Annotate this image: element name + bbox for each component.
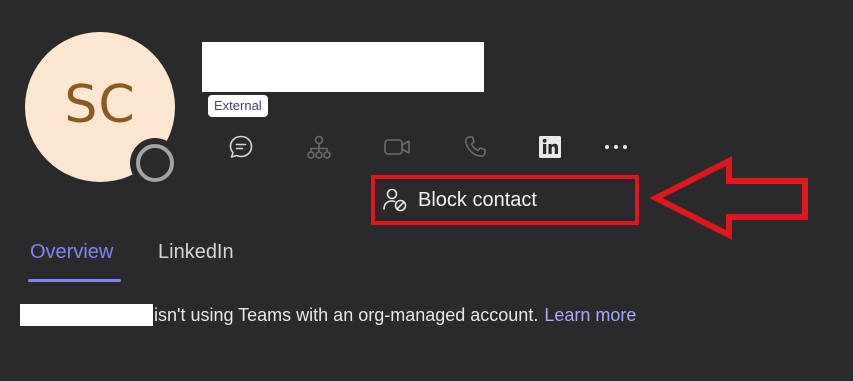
video-call-button[interactable] [382, 132, 412, 162]
tab-linkedin[interactable]: LinkedIn [158, 240, 234, 284]
contact-name-redacted [202, 42, 484, 92]
learn-more-link[interactable]: Learn more [544, 305, 636, 326]
more-options-icon [605, 145, 627, 149]
notice-text: isn't using Teams with an org-managed ac… [154, 304, 539, 325]
annotation-highlight-box [371, 175, 639, 225]
more-options-button[interactable] [601, 132, 631, 162]
active-tab-indicator [28, 279, 121, 282]
chat-icon [229, 135, 253, 158]
chat-button[interactable] [226, 132, 256, 162]
phone-call-icon [464, 136, 486, 158]
avatar-initials: SC [64, 75, 136, 135]
presence-status-icon [130, 138, 180, 188]
phone-call-button[interactable] [460, 132, 490, 162]
linkedin-icon [539, 136, 561, 158]
org-chart-icon [307, 135, 331, 159]
video-call-icon [384, 139, 410, 155]
annotation-arrow [650, 156, 808, 240]
account-notice: isn't using Teams with an org-managed ac… [20, 303, 636, 327]
org-chart-button[interactable] [304, 132, 334, 162]
linkedin-button[interactable] [535, 132, 565, 162]
external-badge: External [208, 95, 268, 117]
tab-overview[interactable]: Overview [30, 240, 113, 284]
notice-name-redacted [20, 304, 153, 326]
